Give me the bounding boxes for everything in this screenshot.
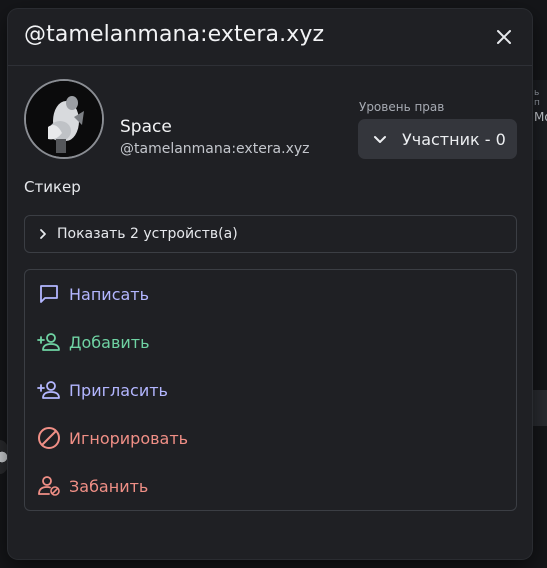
background-panel-strip — [532, 390, 547, 426]
user-actions-list: Написать Добавить Пригласить Игнорироват… — [24, 269, 517, 511]
power-level-label: Уровень прав — [359, 100, 445, 114]
sticker-label: Стикер — [24, 178, 81, 196]
dialog-title: @tamelanmana:extera.xyz — [24, 22, 325, 47]
add-user-icon — [37, 330, 61, 354]
power-level-value: Участник - 0 — [402, 129, 506, 149]
chevron-right-icon — [37, 228, 49, 240]
close-button[interactable] — [490, 23, 518, 51]
avatar-image — [26, 81, 102, 157]
background-partial-label: ь п — [534, 88, 540, 108]
user-profile-dialog: @tamelanmana:extera.xyz Space @tamelanma… — [8, 9, 532, 559]
invite-button[interactable]: Пригласить — [37, 375, 168, 405]
close-icon — [497, 30, 511, 44]
avatar[interactable] — [24, 79, 104, 159]
chevron-down-icon — [372, 131, 388, 147]
dialog-header: @tamelanmana:extera.xyz — [8, 9, 532, 66]
show-devices-label: Показать 2 устройств(а) — [57, 226, 238, 242]
message-icon — [37, 282, 61, 306]
user-id: @tamelanmana:extera.xyz — [120, 141, 310, 157]
add-friend-button[interactable]: Добавить — [37, 327, 150, 357]
message-label: Написать — [69, 284, 150, 304]
add-friend-label: Добавить — [69, 332, 150, 352]
background-partial-value: Мо — [534, 110, 547, 124]
ban-label: Забанить — [69, 476, 149, 496]
display-name: Space — [120, 117, 172, 137]
ignore-button[interactable]: Игнорировать — [37, 423, 188, 453]
ignore-label: Игнорировать — [69, 428, 189, 448]
show-devices-toggle[interactable]: Показать 2 устройств(а) — [24, 215, 517, 253]
block-icon — [37, 426, 61, 450]
invite-user-icon — [37, 378, 61, 402]
power-level-dropdown[interactable]: Участник - 0 — [358, 119, 517, 159]
message-button[interactable]: Написать — [37, 279, 149, 309]
ban-button[interactable]: Забанить — [37, 471, 148, 501]
invite-label: Пригласить — [69, 380, 168, 400]
ban-user-icon — [37, 474, 61, 498]
